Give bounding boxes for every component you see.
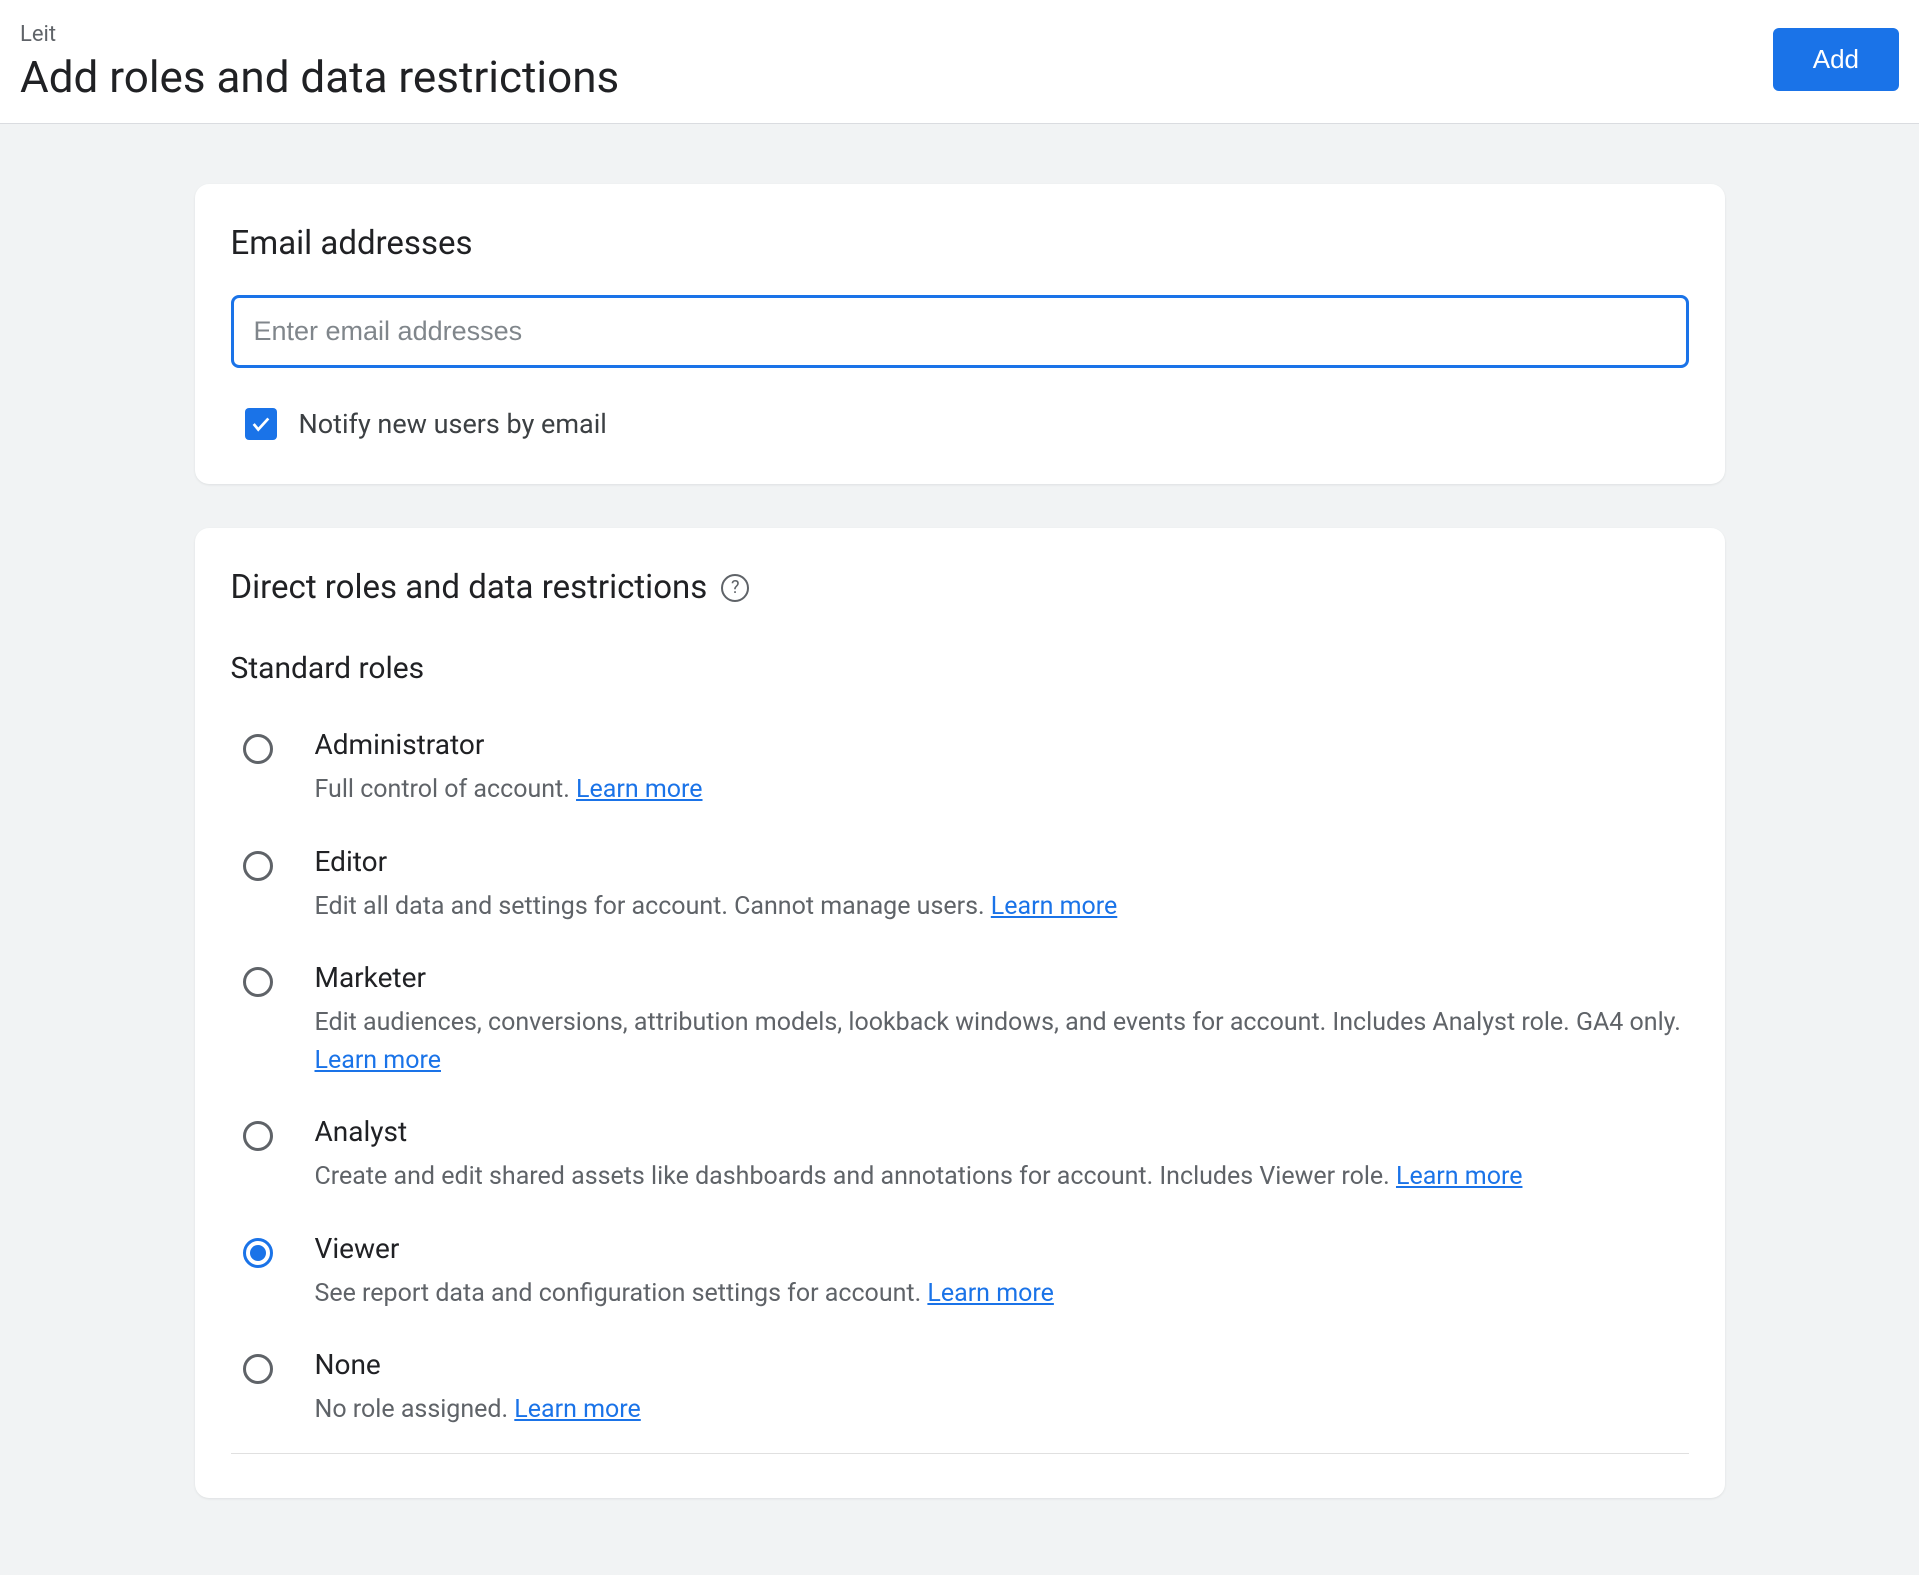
content: Email addresses Notify new users by emai…	[175, 184, 1745, 1498]
role-title: Administrator	[315, 728, 1689, 761]
page-title: Add roles and data restrictions	[20, 51, 619, 103]
page-header: Leit Add roles and data restrictions Add	[0, 0, 1919, 124]
notify-checkbox[interactable]	[245, 408, 277, 440]
role-item-editor[interactable]: Editor Edit all data and settings for ac…	[231, 827, 1689, 944]
learn-more-link[interactable]: Learn more	[315, 1046, 441, 1075]
role-description-text: Edit all data and settings for account. …	[315, 892, 991, 921]
role-title: Editor	[315, 845, 1689, 878]
roles-card: Direct roles and data restrictions ? Sta…	[195, 528, 1725, 1498]
role-description-text: Full control of account.	[315, 775, 577, 804]
role-text: Viewer See report data and configuration…	[315, 1232, 1689, 1313]
role-title: Marketer	[315, 961, 1689, 994]
role-description-text: Edit audiences, conversions, attribution…	[315, 1008, 1681, 1037]
radio-viewer[interactable]	[243, 1238, 273, 1268]
radio-marketer[interactable]	[243, 967, 273, 997]
role-desc: See report data and configuration settin…	[315, 1275, 1689, 1313]
notify-label: Notify new users by email	[299, 408, 607, 440]
role-text: Editor Edit all data and settings for ac…	[315, 845, 1689, 926]
add-button[interactable]: Add	[1773, 28, 1899, 91]
standard-roles-title: Standard roles	[231, 651, 1689, 686]
email-input[interactable]	[231, 295, 1689, 368]
role-text: Analyst Create and edit shared assets li…	[315, 1115, 1689, 1196]
learn-more-link[interactable]: Learn more	[991, 892, 1117, 921]
check-icon	[250, 413, 272, 435]
role-item-marketer[interactable]: Marketer Edit audiences, conversions, at…	[231, 943, 1689, 1097]
role-desc: Edit audiences, conversions, attribution…	[315, 1004, 1689, 1079]
role-description-text: See report data and configuration settin…	[315, 1279, 928, 1308]
learn-more-link[interactable]: Learn more	[514, 1395, 640, 1424]
roles-section-title: Direct roles and data restrictions	[231, 568, 708, 607]
radio-none[interactable]	[243, 1354, 273, 1384]
learn-more-link[interactable]: Learn more	[927, 1279, 1053, 1308]
roles-section-title-row: Direct roles and data restrictions ?	[231, 568, 1689, 607]
radio-analyst[interactable]	[243, 1121, 273, 1151]
header-left: Leit Add roles and data restrictions	[20, 22, 619, 103]
learn-more-link[interactable]: Learn more	[1396, 1162, 1522, 1191]
radio-editor[interactable]	[243, 851, 273, 881]
email-card: Email addresses Notify new users by emai…	[195, 184, 1725, 484]
notify-row: Notify new users by email	[231, 408, 1689, 440]
radio-administrator[interactable]	[243, 734, 273, 764]
role-text: Administrator Full control of account. L…	[315, 728, 1689, 809]
role-item-administrator[interactable]: Administrator Full control of account. L…	[231, 710, 1689, 827]
breadcrumb: Leit	[20, 22, 619, 47]
role-desc: Full control of account. Learn more	[315, 771, 1689, 809]
email-section-title: Email addresses	[231, 224, 1689, 263]
role-description-text: Create and edit shared assets like dashb…	[315, 1162, 1396, 1191]
role-title: Viewer	[315, 1232, 1689, 1265]
role-description-text: No role assigned.	[315, 1395, 515, 1424]
role-text: None No role assigned. Learn more	[315, 1348, 1689, 1429]
role-title: Analyst	[315, 1115, 1689, 1148]
role-item-none[interactable]: None No role assigned. Learn more	[231, 1330, 1689, 1454]
learn-more-link[interactable]: Learn more	[576, 775, 702, 804]
role-item-viewer[interactable]: Viewer See report data and configuration…	[231, 1214, 1689, 1331]
role-item-analyst[interactable]: Analyst Create and edit shared assets li…	[231, 1097, 1689, 1214]
role-list: Administrator Full control of account. L…	[231, 710, 1689, 1454]
help-icon[interactable]: ?	[721, 574, 749, 602]
role-title: None	[315, 1348, 1689, 1381]
role-desc: Create and edit shared assets like dashb…	[315, 1158, 1689, 1196]
role-text: Marketer Edit audiences, conversions, at…	[315, 961, 1689, 1079]
role-desc: Edit all data and settings for account. …	[315, 888, 1689, 926]
role-desc: No role assigned. Learn more	[315, 1391, 1689, 1429]
